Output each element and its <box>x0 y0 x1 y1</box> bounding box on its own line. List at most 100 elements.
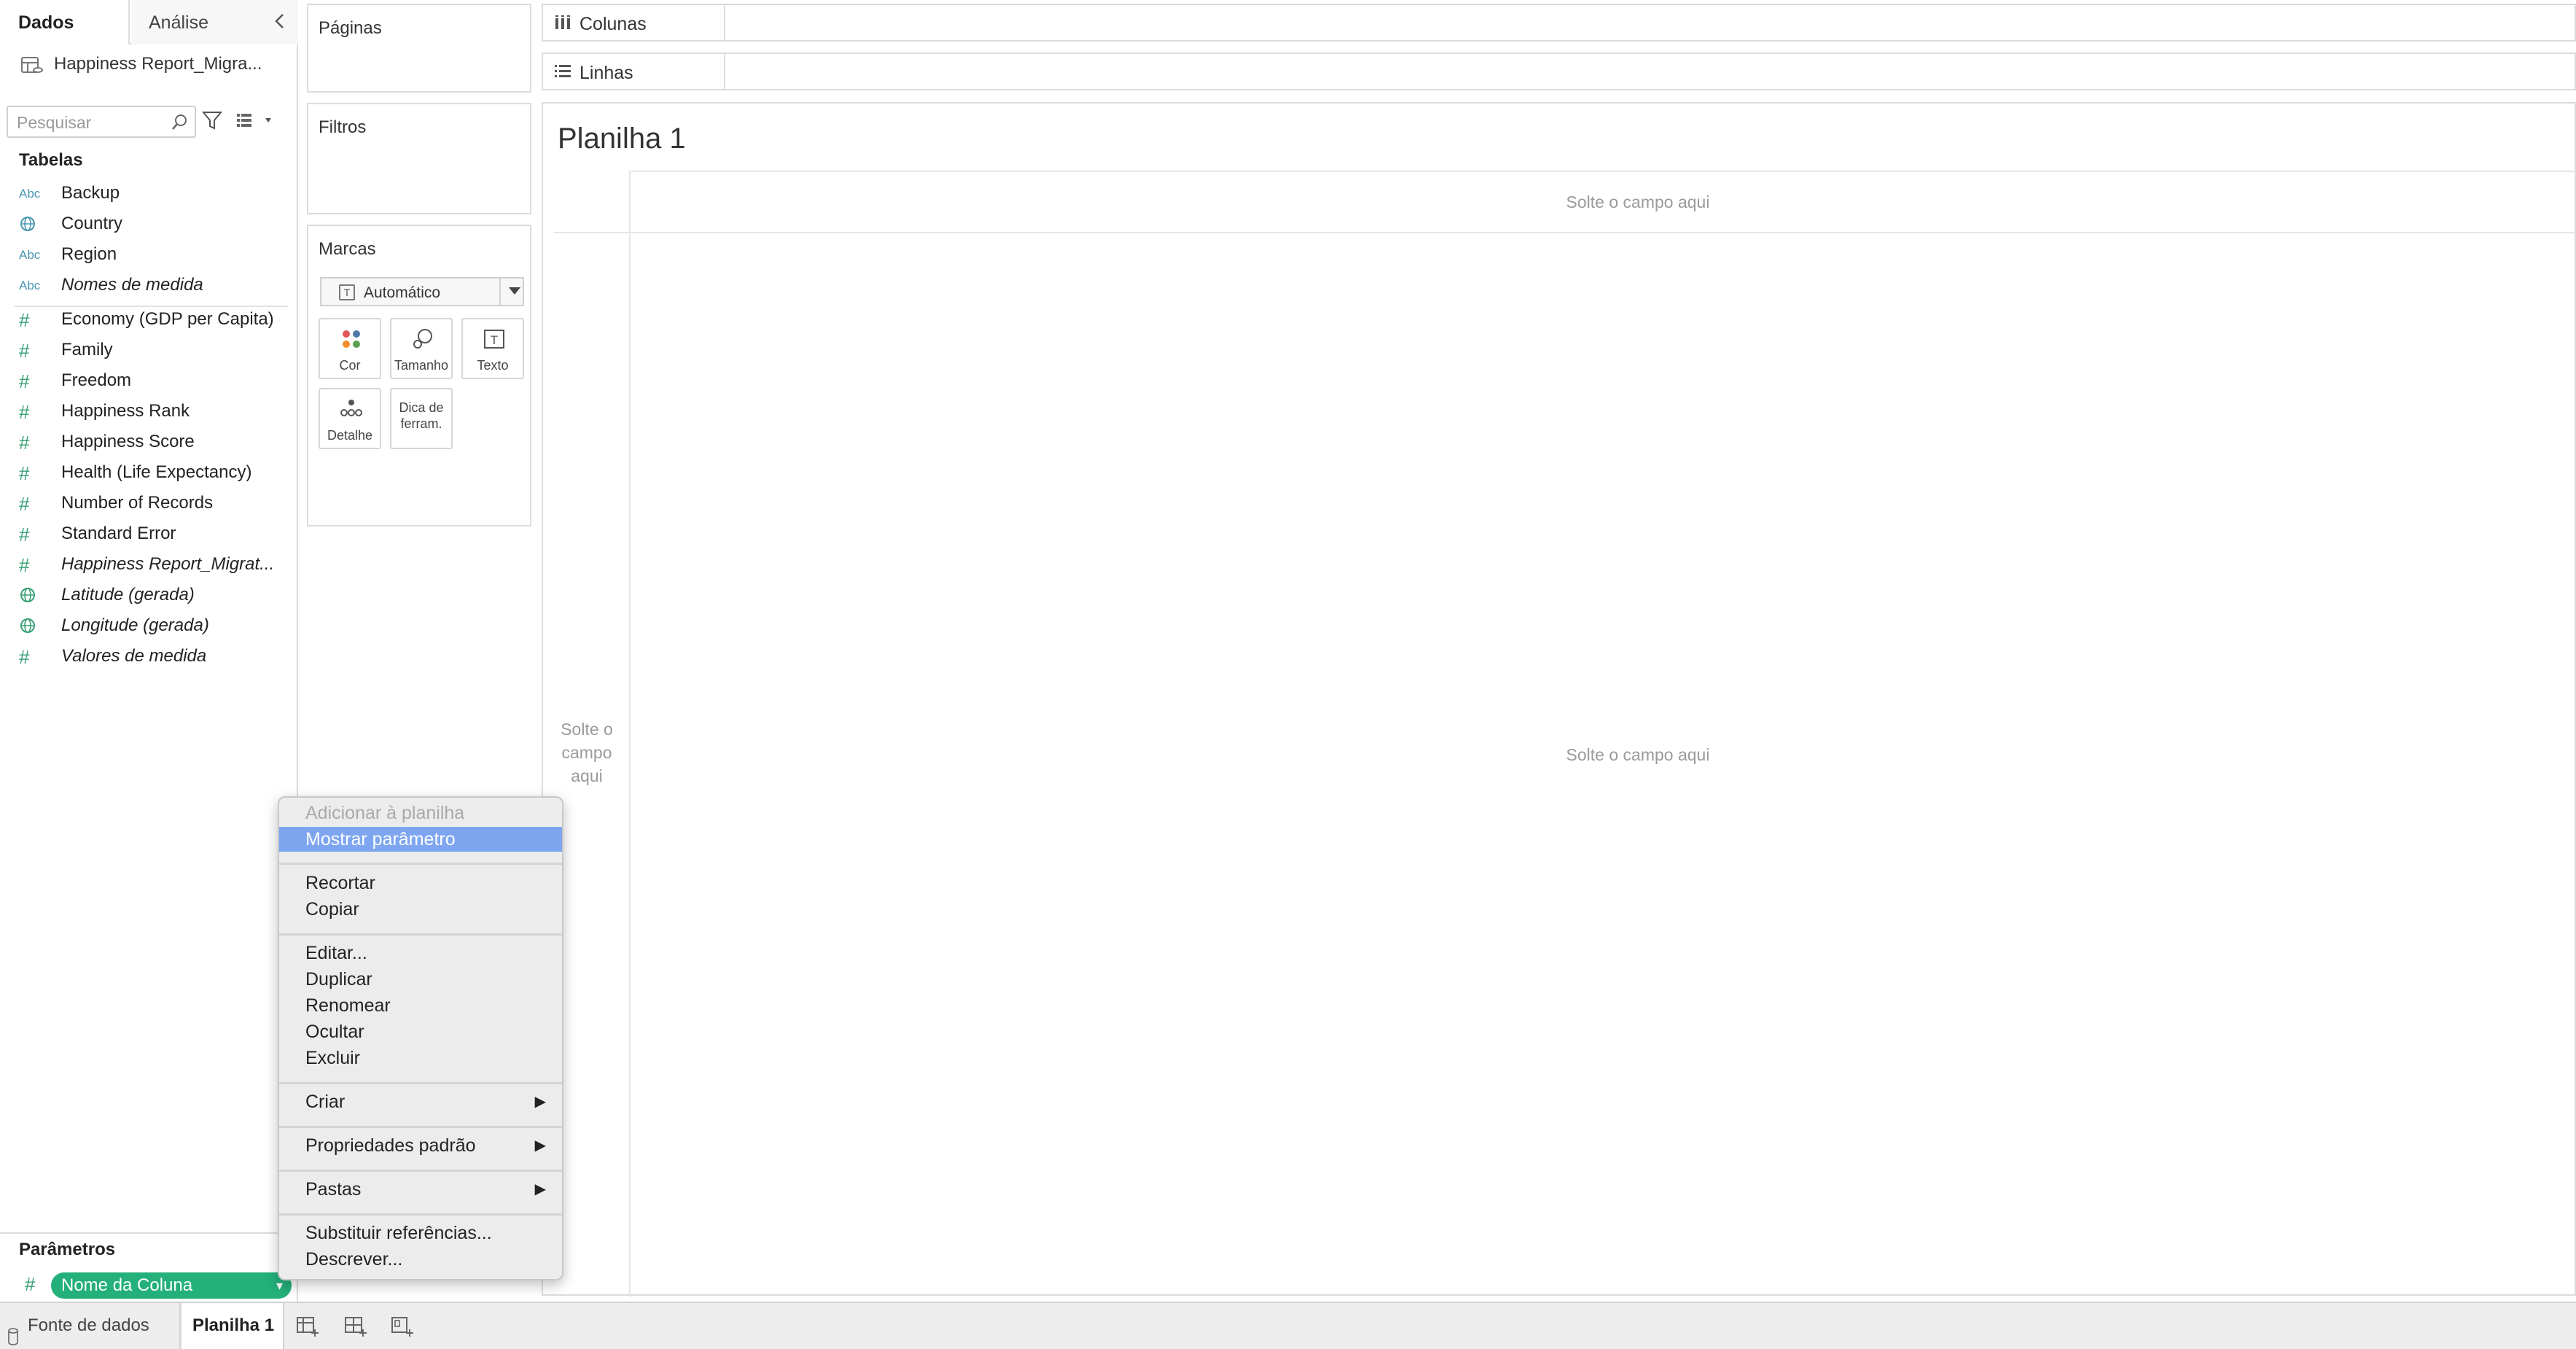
chevron-down-icon[interactable] <box>509 287 520 295</box>
menu-item-create[interactable]: Criar ▶ <box>279 1089 562 1114</box>
number-type-icon: # <box>19 401 30 423</box>
menu-item-add-to-sheet[interactable]: Adicionar à planilha <box>279 801 562 825</box>
submenu-arrow-icon: ▶ <box>534 1181 546 1197</box>
field-happiness-score[interactable]: # Happiness Score <box>0 427 298 458</box>
pages-title: Páginas <box>319 18 382 38</box>
tab-data[interactable]: Dados <box>0 0 130 44</box>
column-drop-zone[interactable]: Solte o campo aqui <box>1529 193 1747 212</box>
field-label: Nomes de medida <box>61 275 203 295</box>
row-drop-zone[interactable]: Solte o campo aqui <box>554 718 620 788</box>
search-box[interactable] <box>7 106 196 138</box>
field-label: Latitude (gerada) <box>61 585 195 604</box>
field-measure-values[interactable]: # Valores de medida <box>0 642 298 672</box>
measure-list: # Economy (GDP per Capita) # Family # Freed… <box>0 305 298 672</box>
number-type-icon: # <box>19 309 30 331</box>
field-label: Freedom <box>61 370 132 390</box>
globe-icon <box>19 586 48 605</box>
menu-item-replace-references[interactable]: Substituir referências... <box>279 1221 562 1245</box>
menu-item-default-properties[interactable]: Propriedades padrão ▶ <box>279 1133 562 1158</box>
filters-card[interactable]: Filtros <box>307 103 531 214</box>
canvas-drop-zone[interactable]: Solte o campo aqui <box>1529 745 1747 765</box>
data-source-item[interactable]: Happiness Report_Migra... <box>0 47 298 85</box>
number-type-icon: # <box>19 646 30 668</box>
menu-item-rename[interactable]: Renomear <box>279 993 562 1018</box>
field-health[interactable]: # Health (Life Expectancy) <box>0 458 298 489</box>
parameter-name: Nome da Coluna <box>61 1275 193 1295</box>
tooltip-mark-button[interactable]: Dica de ferram. <box>390 388 453 449</box>
marks-card: Marcas T Automático Cor Tamanho T Texto … <box>307 225 531 526</box>
rows-shelf[interactable]: Linhas <box>542 53 2576 90</box>
field-label: Number of Records <box>61 493 214 513</box>
field-backup[interactable]: Abc Backup <box>0 179 298 209</box>
field-freedom[interactable]: # Freedom <box>0 366 298 397</box>
database-icon <box>20 55 44 76</box>
menu-item-cut[interactable]: Recortar <box>279 871 562 895</box>
columns-title: Colunas <box>579 14 647 34</box>
collapse-pane-icon[interactable] <box>269 10 291 32</box>
mark-type-dropdown[interactable]: T Automático <box>320 277 524 306</box>
sheet-tab[interactable]: Planilha 1 <box>182 1303 284 1349</box>
new-worksheet-icon[interactable] <box>294 1313 321 1340</box>
columns-shelf[interactable]: Colunas <box>542 4 2576 42</box>
field-standard-error[interactable]: # Standard Error <box>0 519 298 550</box>
menu-item-describe[interactable]: Descrever... <box>279 1247 562 1272</box>
field-region[interactable]: Abc Region <box>0 240 298 271</box>
number-type-icon: # <box>19 340 30 362</box>
view-options-icon[interactable] <box>235 109 278 131</box>
menu-item-show-parameter[interactable]: Mostrar parâmetro <box>279 827 562 852</box>
string-type-icon: Abc <box>19 248 41 262</box>
filter-icon[interactable] <box>201 108 223 133</box>
pages-card[interactable]: Páginas <box>307 4 531 93</box>
menu-item-hide[interactable]: Ocultar <box>279 1019 562 1044</box>
parameter-pill[interactable]: Nome da Coluna ▾ <box>51 1272 292 1299</box>
menu-item-folders[interactable]: Pastas ▶ <box>279 1177 562 1202</box>
worksheet-view[interactable]: Planilha 1 Solte o campo aqui Solte o ca… <box>542 102 2576 1297</box>
menu-item-folders-label: Pastas <box>305 1179 362 1200</box>
search-input[interactable] <box>17 112 163 133</box>
size-label: Tamanho <box>394 358 449 373</box>
rows-title: Linhas <box>579 63 633 83</box>
menu-item-default-properties-label: Propriedades padrão <box>305 1135 476 1156</box>
menu-item-create-label: Criar <box>305 1092 346 1112</box>
field-label: Economy (GDP per Capita) <box>61 309 274 329</box>
database-icon <box>7 1318 19 1345</box>
color-mark-button[interactable]: Cor <box>319 318 381 379</box>
text-icon: T <box>484 330 504 349</box>
data-pane: Dados Análise Happiness Report_Migra... <box>0 0 298 1302</box>
sheet-title[interactable]: Planilha 1 <box>558 123 686 155</box>
number-type-icon: # <box>19 493 30 515</box>
size-mark-button[interactable]: Tamanho <box>390 318 453 379</box>
number-type-icon: # <box>19 554 30 576</box>
field-family[interactable]: # Family <box>0 335 298 366</box>
field-measure-names[interactable]: Abc Nomes de medida <box>0 271 298 301</box>
field-number-of-records[interactable]: # Number of Records <box>0 489 298 519</box>
number-type-icon: # <box>19 524 30 545</box>
parameters-divider <box>0 1232 298 1234</box>
size-icon <box>413 329 432 349</box>
field-list: Abc Backup Country Abc Region Abc Nomes … <box>0 179 298 301</box>
detail-mark-button[interactable]: Detalhe <box>319 388 381 449</box>
menu-item-copy[interactable]: Copiar <box>279 897 562 922</box>
field-latitude[interactable]: Latitude (gerada) <box>0 580 298 611</box>
detail-icon <box>340 400 362 416</box>
menu-item-delete[interactable]: Excluir <box>279 1046 562 1070</box>
field-country[interactable]: Country <box>0 209 298 240</box>
menu-item-duplicate[interactable]: Duplicar <box>279 967 562 992</box>
filters-title: Filtros <box>319 117 367 137</box>
data-source-tab[interactable]: Fonte de dados <box>0 1303 181 1349</box>
field-happiness-rank[interactable]: # Happiness Rank <box>0 397 298 427</box>
menu-item-edit[interactable]: Editar... <box>279 941 562 965</box>
field-longitude[interactable]: Longitude (gerada) <box>0 611 298 642</box>
columns-icon <box>553 14 572 31</box>
number-type-icon: # <box>19 370 30 392</box>
new-dashboard-icon[interactable] <box>343 1313 369 1340</box>
field-happiness-report-count[interactable]: # Happiness Report_Migrat... <box>0 550 298 580</box>
text-mark-button[interactable]: T Texto <box>461 318 524 379</box>
globe-icon <box>19 617 48 636</box>
search-icon[interactable] <box>170 113 189 132</box>
tables-title: Tabelas <box>19 150 83 170</box>
field-label: Family <box>61 340 113 359</box>
new-story-icon[interactable] <box>389 1313 415 1340</box>
field-economy[interactable]: # Economy (GDP per Capita) <box>0 305 298 335</box>
parameters-title: Parâmetros <box>19 1240 116 1259</box>
